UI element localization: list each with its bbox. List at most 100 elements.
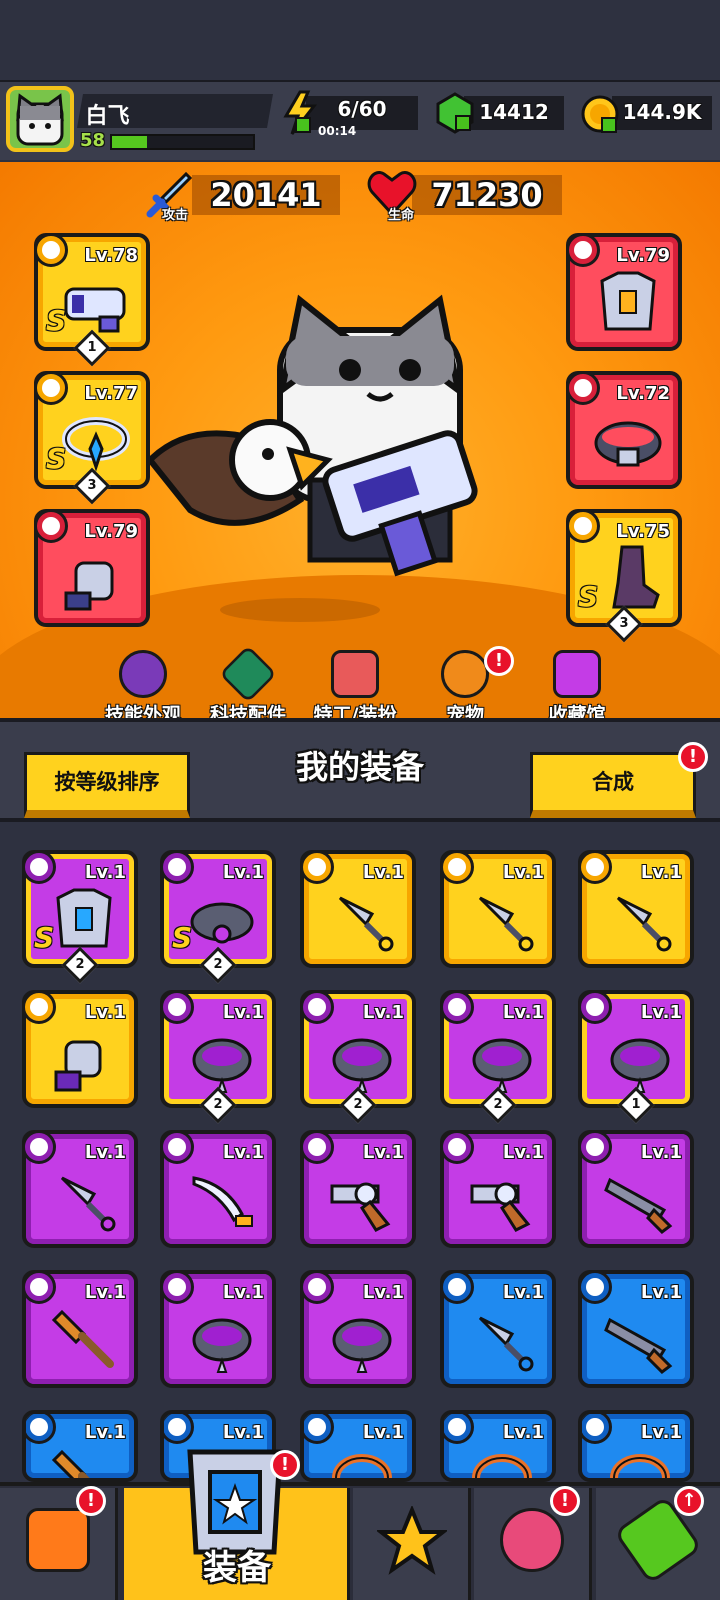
inventory-item[interactable]: Lv.1 <box>160 1130 276 1248</box>
kunai-icon <box>60 1176 116 1232</box>
inventory-item[interactable]: Lv.1 <box>300 1270 416 1388</box>
item-slot-icon <box>26 1414 56 1444</box>
necklace-level: Lv.77 <box>84 383 138 404</box>
inventory-item[interactable]: Lv.1 <box>578 1270 694 1388</box>
item-level: Lv.1 <box>502 862 544 883</box>
energy-timer: 00:14 <box>318 124 357 138</box>
merge-button[interactable]: 合成 <box>530 752 696 818</box>
boots-icon <box>612 545 660 609</box>
pet-dog-icon <box>441 650 489 698</box>
spiked-ring-icon <box>192 1038 252 1093</box>
hero-character <box>150 294 478 622</box>
inventory-item[interactable]: Lv.1 2 <box>160 990 276 1124</box>
status-bar <box>0 0 720 80</box>
inventory-item[interactable]: Lv.1 <box>22 1130 138 1248</box>
item-level: Lv.1 <box>362 1282 404 1303</box>
inventory-item[interactable]: Lv.1 <box>578 850 694 968</box>
nav-collection[interactable]: 收藏馆 <box>522 650 632 727</box>
revolver-icon <box>470 1182 531 1232</box>
item-level: Lv.1 <box>222 1282 264 1303</box>
bat-icon <box>51 1309 114 1368</box>
item-level: Lv.1 <box>222 862 264 883</box>
player-avatar[interactable] <box>6 86 74 152</box>
equipped-belt-slot[interactable]: Lv.72 <box>566 371 682 489</box>
inventory-item[interactable]: Lv.1 <box>300 850 416 968</box>
item-slot-icon <box>160 1270 194 1304</box>
inventory-item[interactable]: Lv.1 <box>22 1270 138 1388</box>
tech-chip-icon <box>219 645 277 703</box>
inventory-item[interactable]: Lv.1 <box>22 1410 138 1482</box>
battle-star-icon <box>377 1506 447 1575</box>
item-slot-icon <box>300 1270 334 1304</box>
item-slot-icon <box>22 1270 56 1304</box>
belt-level: Lv.72 <box>616 383 670 404</box>
inventory-item[interactable]: Lv.1 <box>440 1270 556 1388</box>
inventory-item[interactable]: Lv.1 <box>578 1130 694 1248</box>
nav-pets[interactable]: 宠物 ! <box>410 646 520 727</box>
inventory-item[interactable]: Lv.1 2 <box>440 990 556 1124</box>
boots-slot-icon <box>566 509 600 543</box>
inventory-item[interactable]: Lv.1 <box>578 1410 694 1482</box>
inventory-item[interactable]: Lv.1 S 2 <box>22 850 138 984</box>
item-level: Lv.1 <box>84 862 126 883</box>
spiked-ring-icon <box>610 1038 670 1093</box>
agent-icon <box>331 650 379 698</box>
inventory-item[interactable]: Lv.1 <box>440 1410 556 1482</box>
item-slot-icon <box>160 850 194 884</box>
attack-stat: 20141 <box>192 175 340 215</box>
inventory-item[interactable]: Lv.1 <box>22 990 138 1108</box>
equipped-boots-slot[interactable]: Lv.75 S 3 <box>566 509 682 643</box>
item-level: Lv.1 <box>640 1422 682 1443</box>
nav-skill-appearance[interactable]: 技能外观 <box>88 650 198 727</box>
equipped-gloves-slot[interactable]: Lv.79 <box>34 509 150 627</box>
inventory-item[interactable]: Lv.1 2 <box>300 990 416 1124</box>
shop-alert-badge: ! <box>76 1486 106 1516</box>
bottom-nav-battle[interactable] <box>353 1488 471 1600</box>
coin-counter[interactable]: 144.9K <box>612 96 712 130</box>
necklace-rank: S <box>46 442 67 475</box>
inventory-item[interactable]: Lv.1 <box>440 1130 556 1248</box>
spiked-ring-icon <box>332 1318 392 1373</box>
item-slot-icon <box>300 1130 334 1164</box>
inventory-item[interactable]: Lv.1 <box>160 1270 276 1388</box>
item-slot-icon <box>440 850 474 884</box>
player-name: 白飞 <box>85 104 130 129</box>
item-level: Lv.1 <box>362 1422 404 1443</box>
item-slot-icon <box>582 1414 612 1444</box>
gem-counter[interactable]: 14412 <box>464 96 564 130</box>
inventory-item[interactable]: Lv.1 <box>440 850 556 968</box>
item-level: Lv.1 <box>502 1282 544 1303</box>
spiked-ring-icon <box>472 1038 532 1093</box>
nav-tech-parts[interactable]: 科技配件 <box>193 645 303 727</box>
inventory-title: 我的装备 <box>295 748 424 786</box>
xp-bar-fill <box>112 136 148 148</box>
bottom-nav-evolve[interactable]: ↑ <box>596 1486 720 1600</box>
bottom-nav-shop[interactable]: ! <box>0 1486 118 1600</box>
item-level: Lv.1 <box>84 1282 126 1303</box>
sort-by-level-button[interactable]: 按等级排序 <box>24 752 190 818</box>
equipped-necklace-slot[interactable]: Lv.77 S 3 <box>34 371 150 505</box>
nav-agent-outfit[interactable]: 特工/装扮 <box>300 650 410 727</box>
kunai-icon <box>478 1316 534 1372</box>
equipped-weapon-slot[interactable]: Lv.78 S 1 <box>34 233 150 367</box>
item-level: Lv.1 <box>362 1002 404 1023</box>
item-slot-icon <box>164 1414 194 1444</box>
world-globe-icon <box>499 1508 564 1572</box>
item-slot-icon <box>22 850 56 884</box>
item-slot-icon <box>444 1414 474 1444</box>
coin-value: 144.9K <box>622 100 702 124</box>
inventory-item[interactable]: Lv.1 1 <box>578 990 694 1124</box>
hp-label: 生命 <box>388 208 415 223</box>
item-level: Lv.1 <box>84 1002 126 1023</box>
inventory-item[interactable]: Lv.1 <box>300 1130 416 1248</box>
hp-stat: 71230 <box>412 175 562 215</box>
necklace-icon <box>472 1454 532 1478</box>
bottom-nav-world[interactable]: ! <box>474 1486 592 1600</box>
inventory-item[interactable]: Lv.1 <box>300 1410 416 1482</box>
coin-icon <box>581 95 619 133</box>
inventory-item[interactable]: Lv.1 S 2 <box>160 850 276 984</box>
pets-alert-badge: ! <box>484 646 514 676</box>
bottom-nav-equipment[interactable]: 装备 ! <box>124 1449 350 1600</box>
item-level: Lv.1 <box>640 1002 682 1023</box>
equipped-armor-slot[interactable]: Lv.79 <box>566 233 682 351</box>
